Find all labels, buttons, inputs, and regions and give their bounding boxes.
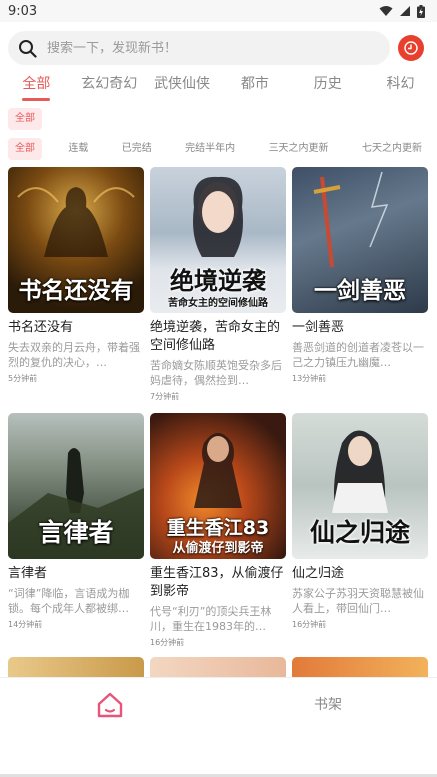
book-description: 代号“利刃”的顶尖兵王林川，重生在1983年的… <box>150 605 272 633</box>
search-icon <box>19 39 37 58</box>
filter-chip-serializing[interactable]: 连载 <box>61 138 95 160</box>
book-title: 书名还没有 <box>8 320 74 335</box>
filter-chip-completed-half-year[interactable]: 完结半年内 <box>178 138 242 160</box>
search-row <box>8 31 429 65</box>
book-title: 绝境逆袭，苦命女主的空间修仙路 <box>150 320 281 353</box>
book-cover: 书名还没有 <box>8 167 144 313</box>
home-icon <box>97 692 123 718</box>
book-description: “词律”降临，言语成为枷锁。每个成年人都被绑… <box>8 587 130 615</box>
subcategory-filter: 全部 <box>8 106 42 130</box>
tab-wuxia[interactable]: 武侠仙侠 <box>146 72 219 102</box>
cover-title: 重生香江83 <box>166 517 270 539</box>
tab-all[interactable]: 全部 <box>0 72 73 102</box>
filter-chip-all[interactable]: 全部 <box>8 138 42 160</box>
nav-bookshelf[interactable]: 书架 <box>300 694 356 714</box>
filter-chip-updated-7-days[interactable]: 七天之内更新 <box>355 138 429 160</box>
cover-title: 言律者 <box>38 518 114 547</box>
tab-scifi[interactable]: 科幻 <box>364 72 437 102</box>
search-box[interactable] <box>8 31 390 65</box>
status-bar: 9:03 <box>0 0 437 22</box>
wifi-icon <box>379 6 393 16</box>
history-button[interactable] <box>398 35 424 61</box>
book-title: 一剑善恶 <box>292 320 345 335</box>
cover-title: 一剑善恶 <box>314 278 406 304</box>
subcategory-chip-all[interactable]: 全部 <box>8 108 42 130</box>
update-time: 5分钟前 <box>8 374 38 383</box>
book-card[interactable]: 书名还没有 书名还没有 失去双亲的月云舟，带着强烈的复仇的决心，… 5分钟前 <box>8 167 144 384</box>
search-input[interactable] <box>47 40 347 56</box>
clock-icon <box>404 41 418 55</box>
cover-subtitle: 苦命女主的空间修仙路 <box>168 298 268 309</box>
status-filter: 全部 连载 已完结 完结半年内 三天之内更新 七天之内更新 <box>8 138 429 160</box>
update-time: 13分钟前 <box>292 374 327 383</box>
tab-history[interactable]: 历史 <box>291 72 364 102</box>
next-row-preview <box>8 657 430 677</box>
category-tabs: 全部 玄幻奇幻 武侠仙侠 都市 历史 科幻 <box>0 72 437 102</box>
book-cover-partial[interactable] <box>292 657 428 677</box>
book-card[interactable]: 绝境逆袭 苦命女主的空间修仙路 绝境逆袭，苦命女主的空间修仙路 苦命嫡女陈顺英饱… <box>150 167 286 402</box>
book-description: 失去双亲的月云舟，带着强烈的复仇的决心，… <box>8 341 140 369</box>
signal-icon <box>400 6 410 16</box>
book-cover: 重生香江83 从偷渡仔到影帝 <box>150 413 286 559</box>
cover-subtitle: 从偷渡仔到影帝 <box>172 541 264 556</box>
status-icons <box>379 4 425 18</box>
book-card[interactable]: 一剑善恶 一剑善恶 善恶剑道的创道者凌苍以一己之力镇压九幽魔… 13分钟前 <box>292 167 428 384</box>
cover-title: 绝境逆袭 <box>170 267 266 295</box>
book-card[interactable]: 重生香江83 从偷渡仔到影帝 重生香江83，从偷渡仔到影帝 代号“利刃”的顶尖兵… <box>150 413 286 648</box>
book-cover: 一剑善恶 <box>292 167 428 313</box>
update-time: 16分钟前 <box>292 620 327 629</box>
tab-urban[interactable]: 都市 <box>218 72 291 102</box>
book-description: 苏家公子苏羽天资聪慧被仙人看上，带回仙门… <box>292 587 424 615</box>
book-card[interactable]: 仙之归途 仙之归途 苏家公子苏羽天资聪慧被仙人看上，带回仙门… 16分钟前 <box>292 413 428 630</box>
update-time: 14分钟前 <box>8 620 43 629</box>
book-cover: 仙之归途 <box>292 413 428 559</box>
status-time: 9:03 <box>8 3 38 19</box>
filter-chip-completed[interactable]: 已完结 <box>115 138 159 160</box>
cover-title: 书名还没有 <box>18 278 134 304</box>
update-time: 7分钟前 <box>150 392 180 401</box>
tab-fantasy[interactable]: 玄幻奇幻 <box>73 72 146 102</box>
book-title: 仙之归途 <box>292 566 345 581</box>
book-card[interactable]: 言律者 言律者 “词律”降临，言语成为枷锁。每个成年人都被绑… 14分钟前 <box>8 413 144 630</box>
update-time: 16分钟前 <box>150 638 185 647</box>
nav-home[interactable] <box>95 690 125 720</box>
book-cover: 绝境逆袭 苦命女主的空间修仙路 <box>150 167 286 313</box>
book-description: 苦命嫡女陈顺英饱受杂多后妈虐待，偶然捡到… <box>150 359 282 387</box>
book-description: 善恶剑道的创道者凌苍以一己之力镇压九幽魔… <box>292 341 424 369</box>
book-cover: 言律者 <box>8 413 144 559</box>
cover-title: 仙之归途 <box>309 518 410 547</box>
book-title: 言律者 <box>8 566 48 581</box>
filter-chip-updated-3-days[interactable]: 三天之内更新 <box>262 138 336 160</box>
book-title: 重生香江83，从偷渡仔到影帝 <box>150 566 284 599</box>
book-cover-partial[interactable] <box>150 657 286 677</box>
battery-icon <box>417 4 425 18</box>
book-cover-partial[interactable] <box>8 657 144 677</box>
bottom-navigation: 书架 <box>0 677 437 777</box>
